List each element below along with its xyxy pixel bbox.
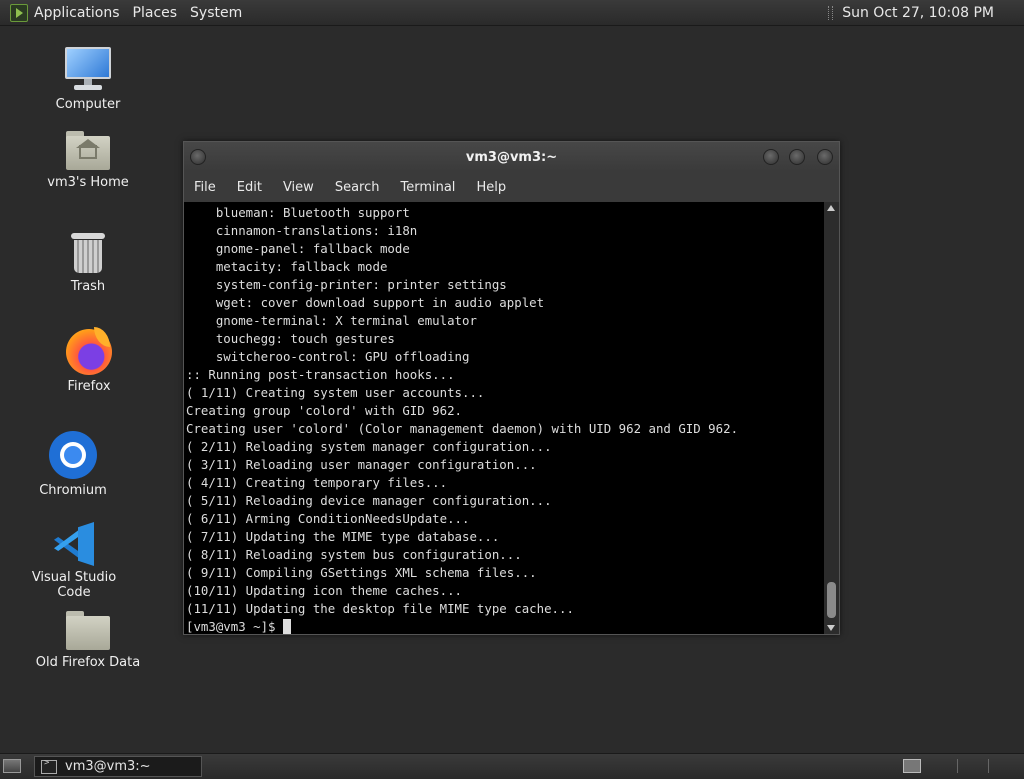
close-icon[interactable]: [817, 149, 833, 165]
desktop-icon-label: Visual Studio Code: [31, 570, 117, 600]
desktop-icon-chromium[interactable]: Chromium: [13, 431, 133, 498]
desktop-icon-computer[interactable]: Computer: [28, 47, 148, 112]
terminal-line: ( 4/11) Creating temporary files...: [186, 475, 448, 490]
desktop-icon-trash[interactable]: Trash: [28, 231, 148, 294]
terminal-line: Creating user 'colord' (Color management…: [186, 421, 739, 436]
terminal-line: ( 6/11) Arming ConditionNeedsUpdate...: [186, 511, 470, 526]
desktop-icon-label: Chromium: [39, 483, 107, 498]
vscode-icon: [52, 522, 96, 566]
menu-terminal[interactable]: Terminal: [400, 180, 455, 195]
menu-view[interactable]: View: [283, 180, 314, 195]
terminal-line: cinnamon-translations: i18n: [186, 223, 418, 238]
bottom-panel: vm3@vm3:~: [0, 753, 1024, 779]
trash-icon: [70, 231, 106, 275]
menu-search[interactable]: Search: [335, 180, 380, 195]
terminal-menubar: File Edit View Search Terminal Help: [184, 172, 839, 202]
terminal-line: system-config-printer: printer settings: [186, 277, 507, 292]
workspace-1[interactable]: [903, 759, 921, 773]
terminal-line: switcheroo-control: GPU offloading: [186, 349, 470, 364]
desktop-icon-label: vm3's Home: [47, 175, 129, 190]
desktop-icon-label: Computer: [55, 97, 121, 112]
applications-menu-icon[interactable]: [10, 3, 28, 22]
desktop-icon-label: Trash: [70, 279, 106, 294]
desktop-icon-firefox[interactable]: Firefox: [29, 327, 149, 394]
firefox-icon: [66, 327, 112, 375]
scroll-up-icon[interactable]: [827, 205, 835, 211]
terminal-line: (10/11) Updating icon theme caches...: [186, 583, 463, 598]
terminal-line: (11/11) Updating the desktop file MIME t…: [186, 601, 574, 616]
home-folder-icon: [66, 131, 110, 171]
window-menu-icon[interactable]: [190, 149, 206, 165]
desktop-icon-old-firefox-data[interactable]: Old Firefox Data: [28, 611, 148, 670]
maximize-icon[interactable]: [789, 149, 805, 165]
terminal-scrollbar[interactable]: [824, 202, 839, 634]
folder-icon: [66, 611, 110, 651]
window-title: vm3@vm3:~: [465, 149, 558, 165]
terminal-prompt-line[interactable]: [vm3@vm3 ~]$: [186, 618, 824, 634]
workspace-2[interactable]: [957, 759, 958, 773]
terminal-line: ( 7/11) Updating the MIME type database.…: [186, 529, 500, 544]
desktop-icon-label: Firefox: [67, 379, 111, 394]
terminal-icon: [41, 758, 57, 774]
chromium-icon: [49, 431, 97, 479]
terminal-lines: blueman: Bluetooth support cinnamon-tran…: [184, 202, 824, 634]
top-panel: Applications Places System Sun Oct 27, 1…: [0, 0, 1024, 26]
clock-area: Sun Oct 27, 10:08 PM: [828, 5, 994, 21]
terminal-line: ( 9/11) Compiling GSettings XML schema f…: [186, 565, 537, 580]
terminal-line: touchegg: touch gestures: [186, 331, 395, 346]
terminal-line: ( 5/11) Reloading device manager configu…: [186, 493, 552, 508]
computer-icon: [65, 47, 111, 93]
terminal-output[interactable]: blueman: Bluetooth support cinnamon-tran…: [184, 202, 824, 634]
menu-edit[interactable]: Edit: [237, 180, 262, 195]
terminal-prompt: [vm3@vm3 ~]$: [186, 619, 283, 634]
terminal-line: gnome-terminal: X terminal emulator: [186, 313, 477, 328]
scrollbar-thumb[interactable]: [827, 582, 836, 618]
desktop-icon-vscode[interactable]: Visual Studio Code: [14, 522, 134, 600]
terminal-window: vm3@vm3:~ File Edit View Search Terminal…: [183, 141, 840, 635]
terminal-line: metacity: fallback mode: [186, 259, 388, 274]
terminal-line: ( 8/11) Reloading system bus configurati…: [186, 547, 522, 562]
terminal-cursor: [282, 619, 291, 634]
terminal-line: wget: cover download support in audio ap…: [186, 295, 545, 310]
clock[interactable]: Sun Oct 27, 10:08 PM: [842, 5, 994, 21]
terminal-line: ( 2/11) Reloading system manager configu…: [186, 439, 552, 454]
show-desktop-icon[interactable]: [3, 759, 21, 773]
terminal-line: blueman: Bluetooth support: [186, 205, 410, 220]
menu-file[interactable]: File: [194, 180, 216, 195]
taskbar-item-terminal[interactable]: vm3@vm3:~: [34, 756, 202, 777]
menu-places[interactable]: Places: [129, 5, 187, 21]
desktop-icon-home[interactable]: vm3's Home: [28, 131, 148, 190]
minimize-icon[interactable]: [763, 149, 779, 165]
workspace-3[interactable]: [988, 759, 989, 773]
terminal-line: Creating group 'colord' with GID 962.: [186, 403, 463, 418]
scroll-down-icon[interactable]: [827, 625, 835, 631]
taskbar-item-label: vm3@vm3:~: [65, 759, 151, 774]
menu-applications[interactable]: Applications: [34, 5, 129, 21]
panel-handle-icon: [828, 5, 834, 20]
terminal-line: :: Running post-transaction hooks...: [186, 367, 455, 382]
terminal-line: ( 3/11) Reloading user manager configura…: [186, 457, 537, 472]
terminal-line: gnome-panel: fallback mode: [186, 241, 410, 256]
menu-help[interactable]: Help: [476, 180, 506, 195]
menu-system[interactable]: System: [186, 5, 251, 21]
desktop-icon-label: Old Firefox Data: [35, 655, 141, 670]
terminal-line: ( 1/11) Creating system user accounts...: [186, 385, 485, 400]
window-titlebar[interactable]: vm3@vm3:~: [184, 142, 839, 172]
